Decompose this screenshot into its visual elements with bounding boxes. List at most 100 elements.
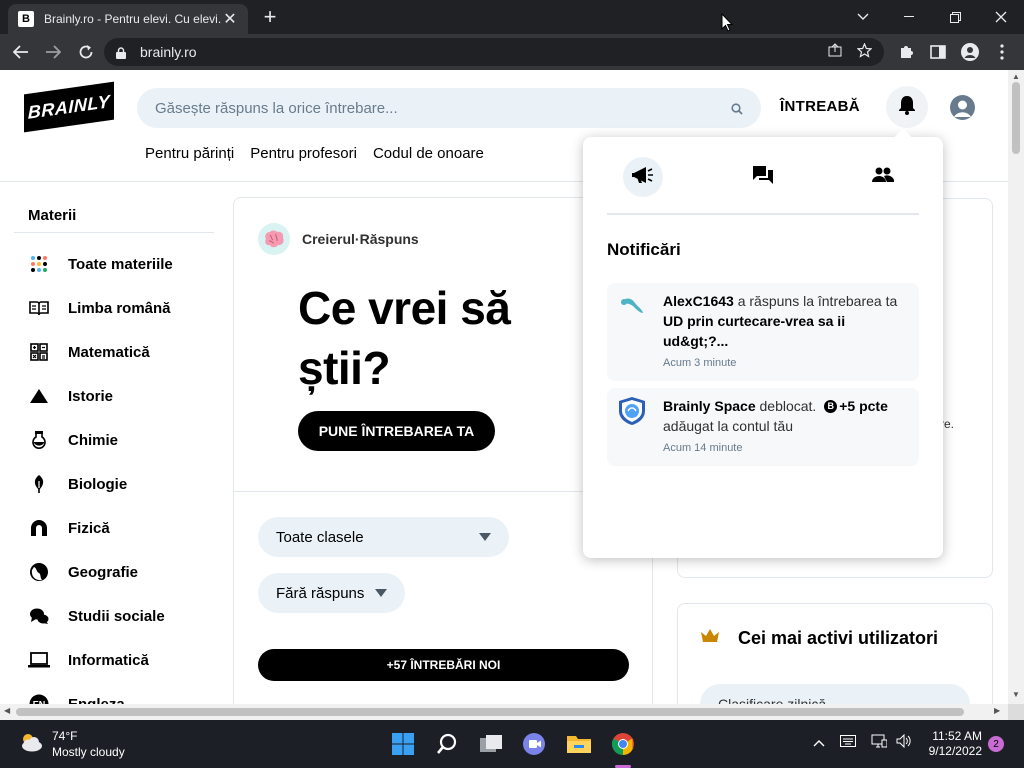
network-icon[interactable] [871, 734, 888, 751]
search-bar[interactable] [137, 88, 761, 128]
author-name[interactable]: Creierul [302, 231, 355, 247]
nav-link-teachers[interactable]: Pentru profesori [250, 145, 357, 162]
lock-icon[interactable] [116, 46, 126, 59]
active-users-title: Cei mai activi utilizatori [738, 628, 939, 648]
menu-kebab-icon[interactable] [992, 42, 1012, 62]
book-icon [28, 297, 50, 319]
address-bar[interactable]: brainly.ro [104, 38, 884, 66]
weather-condition-text: Mostly cloudy [52, 745, 125, 759]
sidebar-item-history[interactable]: Istorie [28, 374, 196, 418]
show-hidden-icons-chevron-icon[interactable] [813, 734, 825, 750]
restore-button[interactable] [932, 0, 978, 34]
sidebar-item-label: Fizică [68, 519, 110, 537]
vertical-scrollbar[interactable]: ▲ ▼ [1008, 70, 1024, 704]
sidebar-item-label: Chimie [68, 431, 119, 449]
browser-toolbar: brainly.ro [0, 34, 1024, 70]
browser-tab[interactable]: B Brainly.ro - Pentru elevi. Cu elevi. ✕ [8, 4, 248, 34]
sidebar-item-label: Toate materiile [68, 255, 173, 273]
reload-icon[interactable] [74, 40, 98, 64]
user-avatar[interactable] [950, 95, 975, 120]
answer-filter-dropdown[interactable]: Fără răspuns [258, 573, 405, 613]
windows-start-icon[interactable] [389, 730, 417, 758]
notification-action: deblocat. [755, 398, 821, 414]
sidebar-item-all-subjects[interactable]: Toate materiile [26, 242, 196, 286]
new-questions-button[interactable]: +57 ÎNTREBĂRI NOI [258, 649, 629, 681]
share-icon[interactable] [828, 43, 843, 61]
nav-link-parents[interactable]: Pentru părinți [145, 145, 234, 162]
notifications-button[interactable] [886, 86, 928, 128]
scroll-down-arrow-icon[interactable]: ▼ [1008, 690, 1024, 699]
vertical-scroll-thumb[interactable] [1012, 82, 1020, 154]
url-text[interactable]: brainly.ro [140, 44, 814, 60]
notification-time: Acum 3 minute [663, 357, 737, 369]
bookmark-star-icon[interactable] [856, 41, 873, 62]
notification-item[interactable]: AlexC1643 a răspuns la întrebarea ta UD … [607, 283, 919, 381]
sidebar-item-social-studies[interactable]: Studii sociale [28, 594, 196, 638]
active-users-heading: Cei mai activi utilizatori [700, 628, 938, 649]
extensions-puzzle-icon[interactable] [896, 42, 916, 62]
sidebar-item-label: Studii sociale [68, 607, 165, 625]
sidebar-item-english[interactable]: EN Engleza [28, 682, 196, 704]
scroll-right-arrow-icon[interactable]: ▶ [994, 706, 1000, 715]
notification-user: Brainly Space [663, 398, 756, 414]
search-icon[interactable] [433, 730, 461, 758]
weather-widget[interactable]: 74°F Mostly cloudy [18, 728, 125, 760]
sidebar-item-biology[interactable]: Biologie [28, 462, 196, 506]
brainly-favicon-icon: B [18, 11, 34, 27]
tab-close-icon[interactable]: ✕ [222, 9, 238, 29]
nav-link-honor-code[interactable]: Codul de onoare [373, 145, 484, 162]
sidebar-item-label: Engleza [68, 695, 125, 705]
chrome-taskbar-icon[interactable] [609, 730, 637, 758]
horizontal-scroll-thumb[interactable] [16, 708, 964, 716]
ask-your-question-button[interactable]: PUNE ÎNTREBAREA TA [298, 411, 495, 451]
side-panel-icon[interactable] [928, 42, 948, 62]
search-icon[interactable] [731, 102, 743, 115]
back-arrow-icon[interactable] [9, 40, 33, 64]
close-window-button[interactable] [978, 0, 1024, 34]
notification-points: +5 pcte [839, 398, 888, 414]
pyramid-icon [28, 385, 50, 407]
ranking-dropdown[interactable]: Clasificare zilnică [700, 684, 970, 704]
file-explorer-icon[interactable] [565, 730, 593, 758]
task-view-icon[interactable] [477, 730, 505, 758]
sidebar-item-physics[interactable]: Fizică [28, 506, 196, 550]
en-icon: EN [28, 693, 50, 704]
system-clock[interactable]: 11:52 AM 9/12/2022 [920, 729, 982, 759]
sidebar-item-romanian[interactable]: Limba română [28, 286, 196, 330]
browser-tab-bar: B Brainly.ro - Pentru elevi. Cu elevi. ✕… [0, 0, 1024, 34]
volume-icon[interactable] [896, 733, 912, 751]
brainly-logo[interactable]: BRAINLY [24, 81, 114, 133]
tab-messages[interactable] [743, 157, 783, 197]
scroll-left-arrow-icon[interactable]: ◀ [4, 706, 10, 715]
ask-button[interactable]: ÎNTREABĂ [780, 98, 860, 115]
laptop-icon [28, 649, 50, 671]
sidebar-item-geography[interactable]: Geografie [28, 550, 196, 594]
search-input[interactable] [155, 99, 731, 117]
forward-arrow-icon[interactable] [41, 40, 65, 64]
sidebar-item-math[interactable]: Matematică [28, 330, 196, 374]
notifications-popup: Notificări AlexC1643 a răspuns la întreb… [583, 128, 943, 558]
notification-text: Brainly Space deblocat. B +5 pcte adăugat… [663, 396, 909, 436]
sidebar-item-informatics[interactable]: Informatică [28, 638, 196, 682]
megaphone-icon [632, 165, 654, 190]
keyboard-icon[interactable] [840, 734, 856, 750]
flask-icon [28, 429, 50, 451]
new-tab-button[interactable]: + [258, 6, 282, 28]
globe-icon [28, 561, 50, 583]
scroll-up-arrow-icon[interactable]: ▲ [1008, 72, 1024, 81]
notifications-title: Notificări [607, 240, 681, 259]
scrollbar-corner [1008, 704, 1024, 720]
grade-dropdown[interactable]: Toate clasele [258, 517, 509, 557]
teams-chat-icon[interactable] [520, 730, 548, 758]
profile-icon[interactable] [960, 42, 980, 62]
tab-search-chevron-icon[interactable] [840, 0, 886, 34]
chat-icon [28, 605, 50, 627]
tab-announcements[interactable] [623, 157, 663, 197]
notification-item[interactable]: Brainly Space deblocat. B +5 pcte adăugat… [607, 388, 919, 466]
sidebar-item-chemistry[interactable]: Chimie [28, 418, 196, 462]
horizontal-scrollbar[interactable]: ◀ ▶ [0, 704, 1008, 720]
minimize-button[interactable] [886, 0, 932, 34]
tab-friends[interactable] [863, 157, 903, 197]
notification-center-badge[interactable]: 2 [988, 736, 1004, 752]
sidebar-item-label: Informatică [68, 651, 149, 669]
